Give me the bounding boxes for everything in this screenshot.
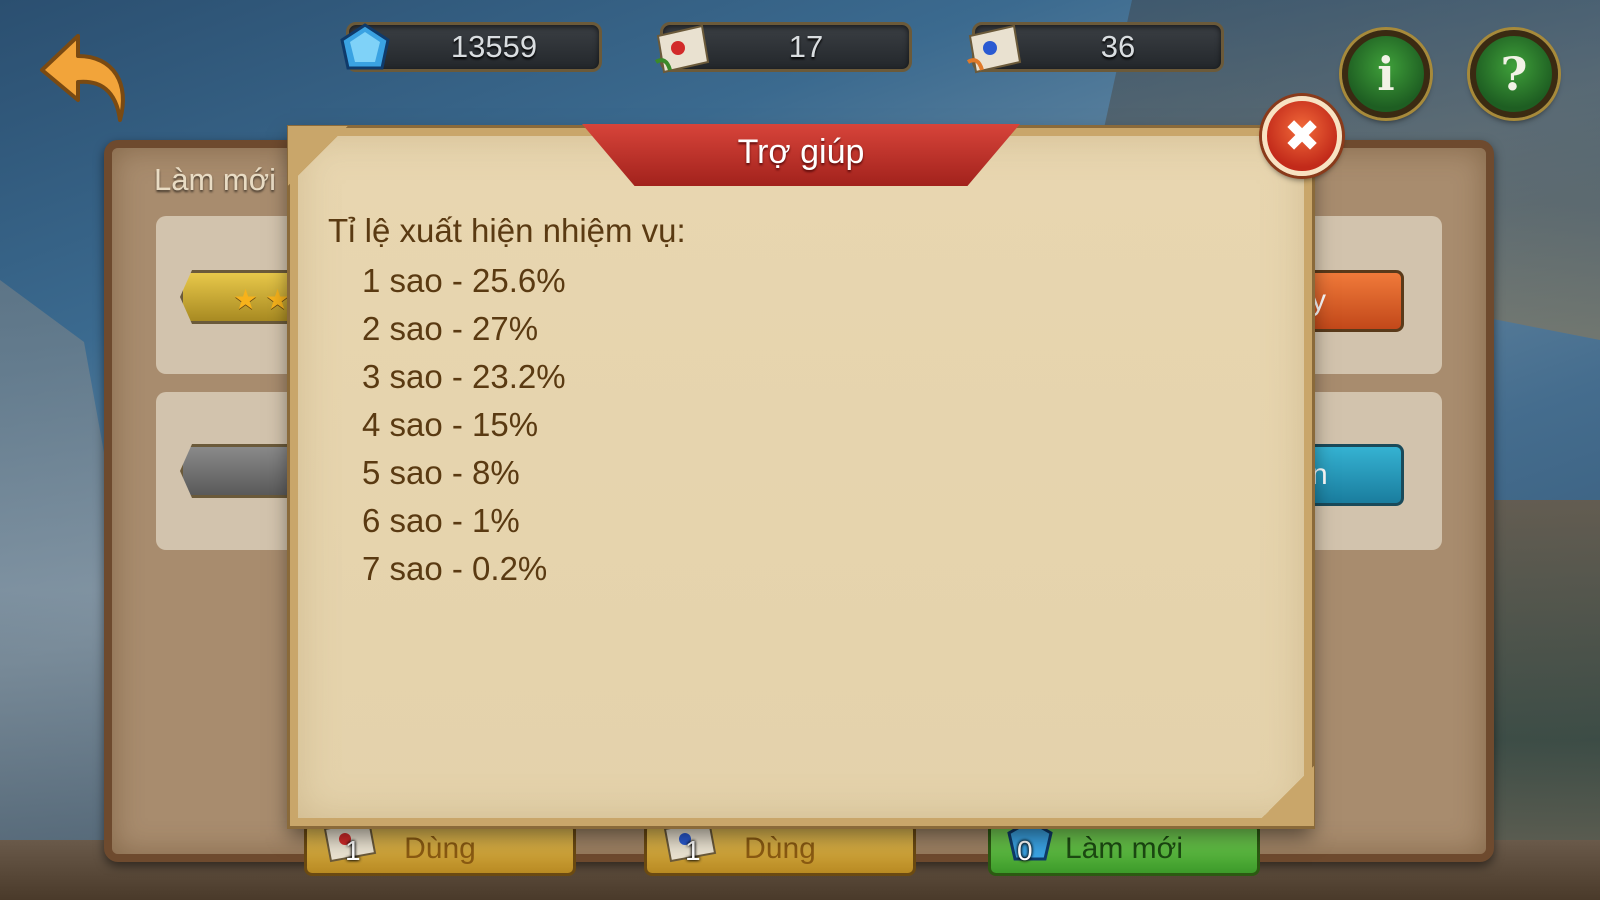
question-icon: ? — [1500, 47, 1528, 101]
dialog-corner-ornament — [1254, 766, 1314, 826]
blue-scroll-icon — [966, 24, 1022, 74]
rate-item: 2 sao - 27% — [362, 310, 539, 347]
use-blue-scroll-button[interactable]: 1 Dùng — [644, 819, 916, 876]
dialog-title: Trợ giúp — [737, 132, 865, 171]
mission-action-label: y — [1311, 284, 1326, 317]
star-icon: ★ — [233, 283, 259, 316]
red-scroll-cost: 1 — [345, 835, 361, 866]
refresh-missions-button[interactable]: 0 Làm mới — [988, 819, 1260, 876]
rate-item: 4 sao - 15% — [362, 406, 539, 443]
mission-panel-title: Làm mới — [154, 162, 276, 197]
rate-item: 5 sao - 8% — [362, 454, 520, 491]
mission-action-button[interactable]: n — [1300, 444, 1404, 506]
rate-item: 7 sao - 0.2% — [362, 550, 548, 587]
refresh-button-label: Làm mới — [1064, 832, 1184, 865]
info-icon: i — [1377, 47, 1395, 101]
star-icon: ★ — [265, 283, 291, 316]
refresh-gem-cost: 0 — [1017, 835, 1033, 866]
close-button[interactable]: ✖ — [1262, 96, 1342, 176]
back-arrow-icon — [40, 34, 125, 122]
use-red-scroll-button[interactable]: 1 Dùng — [304, 819, 576, 876]
rate-item: 1 sao - 25.6% — [362, 262, 566, 299]
close-icon: ✖ — [1283, 110, 1321, 162]
mission-action-button[interactable]: y — [1300, 270, 1404, 332]
use-button-label: Dùng — [404, 832, 476, 865]
help-button[interactable]: ? — [1470, 30, 1558, 118]
dialog-corner-ornament — [288, 126, 348, 186]
mission-action-label: n — [1311, 458, 1328, 491]
gem-icon — [340, 23, 390, 70]
blue-scroll-cost: 1 — [685, 835, 701, 866]
info-button[interactable]: i — [1342, 30, 1430, 118]
back-button[interactable] — [38, 28, 130, 128]
mission-rate-list: 1 sao - 25.6% 2 sao - 27% 3 sao - 23.2% … — [362, 262, 566, 598]
rate-item: 3 sao - 23.2% — [362, 358, 566, 395]
help-heading: Tỉ lệ xuất hiện nhiệm vụ: — [328, 212, 686, 249]
use-button-label: Dùng — [744, 832, 816, 865]
red-scroll-icon — [654, 24, 710, 74]
rate-item: 6 sao - 1% — [362, 502, 520, 539]
